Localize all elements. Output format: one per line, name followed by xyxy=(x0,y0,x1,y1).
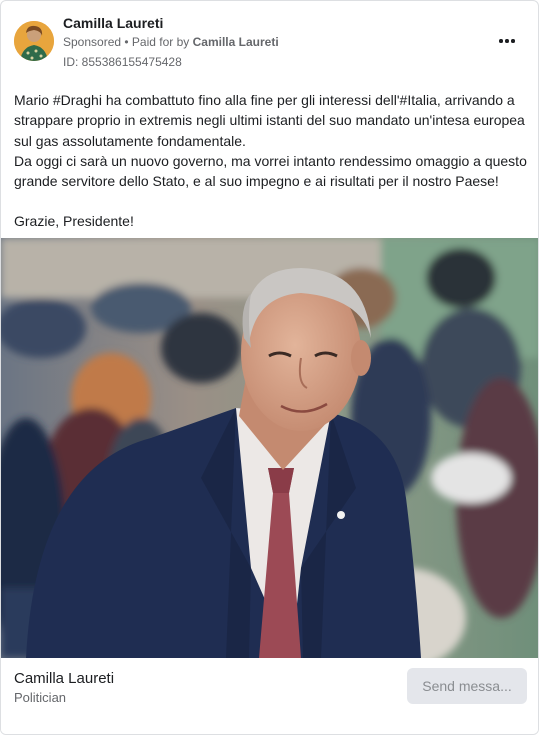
ad-footer: Camilla Laureti Politician Send messa... xyxy=(1,658,538,734)
paid-for-prefix: Paid for by xyxy=(131,35,193,49)
paid-for-name[interactable]: Camilla Laureti xyxy=(193,35,279,49)
post-photo[interactable] xyxy=(1,238,538,658)
meta-separator: • xyxy=(121,35,132,49)
page-name[interactable]: Camilla Laureti xyxy=(63,15,163,31)
post-header: Camilla Laureti Sponsored • Paid for by … xyxy=(1,1,538,81)
sponsored-label: Sponsored xyxy=(63,35,122,49)
photo-illustration xyxy=(1,238,538,658)
send-message-button[interactable]: Send messa... xyxy=(407,668,527,704)
ad-id: ID: 855386155475428 xyxy=(63,55,182,69)
avatar-image xyxy=(14,21,54,61)
post-paragraph: Mario #Draghi ha combattuto fino alla fi… xyxy=(14,92,525,149)
post-paragraph: Grazie, Presidente! xyxy=(14,213,134,230)
advertiser-category: Politician xyxy=(14,690,67,705)
advertiser-name[interactable]: Camilla Laureti xyxy=(14,670,114,687)
more-options-button[interactable] xyxy=(491,29,523,53)
more-options-icon-dot xyxy=(505,39,509,43)
sponsored-line: Sponsored • Paid for by Camilla Laureti xyxy=(63,35,279,49)
more-options-icon-dot xyxy=(511,39,515,43)
ad-card: Camilla Laureti Sponsored • Paid for by … xyxy=(0,0,539,735)
avatar[interactable] xyxy=(14,21,54,61)
more-options-icon xyxy=(499,39,503,43)
post-paragraph: Da oggi ci sarà un nuovo governo, ma vor… xyxy=(14,152,527,190)
post-body: Mario #Draghi ha combattuto fino alla fi… xyxy=(14,90,528,232)
